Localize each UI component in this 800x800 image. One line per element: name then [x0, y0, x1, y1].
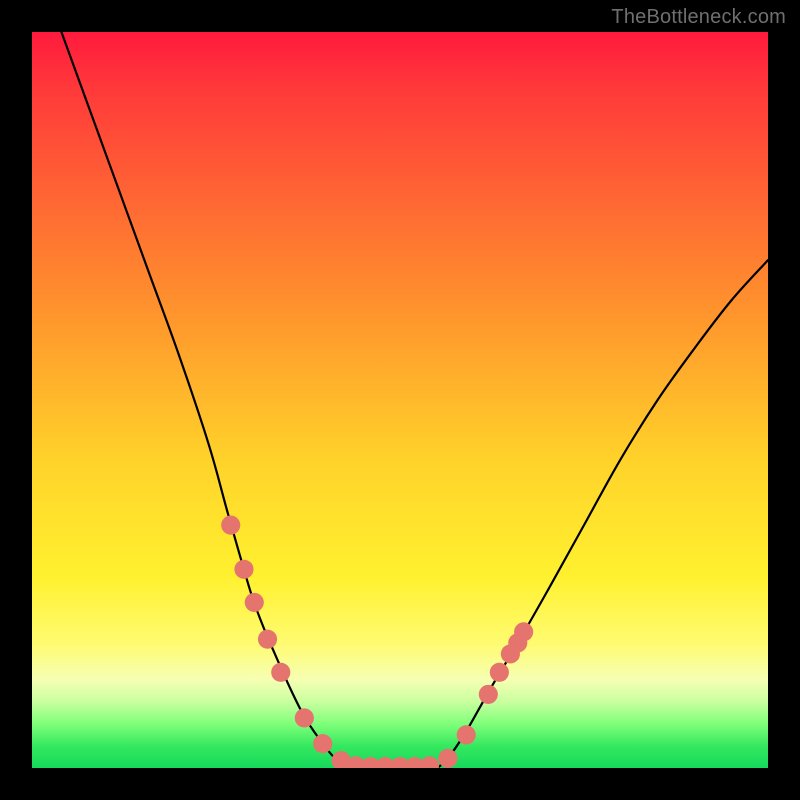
- data-marker: [221, 516, 240, 535]
- bottleneck-curve: [61, 32, 768, 768]
- data-marker: [490, 663, 509, 682]
- data-marker: [438, 749, 457, 768]
- plot-area: [32, 32, 768, 768]
- data-marker: [245, 593, 264, 612]
- markers-group: [221, 516, 533, 768]
- data-marker: [420, 756, 439, 768]
- attribution-text: TheBottleneck.com: [611, 6, 786, 29]
- data-marker: [479, 685, 498, 704]
- data-marker: [457, 725, 476, 744]
- data-marker: [271, 663, 290, 682]
- data-marker: [258, 630, 277, 649]
- curves-group: [61, 32, 768, 768]
- data-marker: [313, 734, 332, 753]
- chart-svg: [32, 32, 768, 768]
- chart-frame: TheBottleneck.com: [0, 0, 800, 800]
- data-marker: [234, 560, 253, 579]
- data-marker: [514, 622, 533, 641]
- data-marker: [295, 708, 314, 727]
